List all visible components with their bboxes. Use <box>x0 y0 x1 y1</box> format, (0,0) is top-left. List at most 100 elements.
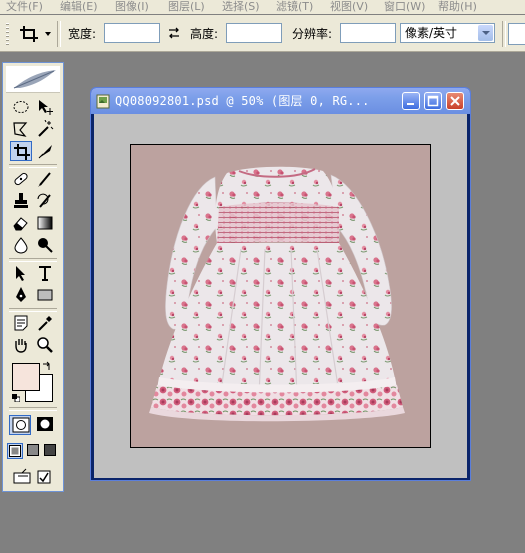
tool-move[interactable] <box>34 97 56 117</box>
menu-image[interactable]: 图像(I) <box>115 0 149 13</box>
tool-lasso[interactable] <box>10 119 32 139</box>
default-colors-icon[interactable] <box>12 394 20 402</box>
menu-file[interactable]: 文件(F) <box>6 0 43 13</box>
jump-to-imageready-button[interactable] <box>10 467 58 487</box>
tool-blur[interactable] <box>10 235 32 255</box>
resolution-label: 分辨率: <box>292 27 333 41</box>
brush-icon <box>38 172 51 187</box>
front-image-button[interactable] <box>508 23 525 45</box>
photoshop-feather-logo[interactable] <box>6 66 60 93</box>
type-icon <box>39 266 51 281</box>
width-input[interactable] <box>104 23 160 43</box>
tool-preset-picker[interactable] <box>16 23 52 45</box>
toolbox-divider <box>9 407 57 411</box>
notes-icon <box>14 315 28 331</box>
tool-gradient[interactable] <box>34 213 56 233</box>
document-title: QQ08092801.psd @ 50% (图层 0, RG... <box>115 94 370 108</box>
screen-mode-full[interactable] <box>43 443 59 459</box>
tool-dodge[interactable] <box>34 235 56 255</box>
options-bar-grip[interactable] <box>6 23 9 45</box>
separator <box>502 21 506 47</box>
imageready-icon <box>13 468 51 484</box>
document-workspace <box>94 114 467 478</box>
tool-magic-wand[interactable] <box>34 119 56 139</box>
hand-icon <box>15 339 27 353</box>
document-title-bar[interactable]: QQ08092801.psd @ 50% (图层 0, RG... <box>91 88 470 114</box>
path-select-icon <box>16 266 25 281</box>
document-window: QQ08092801.psd @ 50% (图层 0, RG... <box>90 87 471 481</box>
maximize-icon <box>427 95 439 107</box>
lasso-icon <box>13 122 28 137</box>
width-label: 宽度: <box>68 27 97 41</box>
slice-icon <box>38 145 52 159</box>
tool-notes[interactable] <box>10 313 32 333</box>
maximize-button[interactable] <box>424 92 442 110</box>
eyedropper-icon <box>38 316 52 331</box>
foreground-color-swatch[interactable] <box>12 363 40 391</box>
tool-brush[interactable] <box>34 169 56 189</box>
menu-help[interactable]: 帮助(H) <box>438 0 477 13</box>
menu-select[interactable]: 选择(S) <box>222 0 260 13</box>
tool-shape[interactable] <box>34 285 56 305</box>
swap-dimensions-icon[interactable] <box>167 26 181 40</box>
pen-icon <box>16 287 26 302</box>
crop-icon <box>14 144 30 160</box>
menu-layer[interactable]: 图层(L) <box>168 0 205 13</box>
marquee-icon <box>13 101 29 113</box>
blur-icon <box>14 237 28 254</box>
screen-mode-standard[interactable] <box>7 443 23 459</box>
swap-colors-icon[interactable] <box>42 361 52 371</box>
height-input[interactable] <box>226 23 282 43</box>
standard-mode-button[interactable] <box>9 415 31 435</box>
tool-zoom[interactable] <box>34 335 56 355</box>
tool-hand[interactable] <box>10 335 32 355</box>
tool-history-brush[interactable] <box>34 191 56 211</box>
tool-clone-stamp[interactable] <box>10 191 32 211</box>
quick-mask-button[interactable] <box>34 415 56 435</box>
screen-mode-full-menu[interactable] <box>26 443 42 459</box>
feather-icon <box>13 70 56 89</box>
screen-mode-icon <box>44 444 56 456</box>
separator <box>57 21 61 47</box>
healing-brush-icon <box>14 172 28 186</box>
chevron-down-icon[interactable] <box>478 25 493 41</box>
tool-healing-brush[interactable] <box>10 169 32 189</box>
resolution-unit-value: 像素/英寸 <box>405 26 458 40</box>
standard-mode-icon <box>12 417 30 433</box>
tool-type[interactable] <box>34 263 56 283</box>
dodge-icon <box>38 238 53 253</box>
menu-view[interactable]: 视图(V) <box>330 0 368 13</box>
resolution-unit-select[interactable]: 像素/英寸 <box>400 23 495 43</box>
toolbox-divider <box>9 258 57 262</box>
chevron-down-icon <box>45 32 51 36</box>
menu-filter[interactable]: 滤镜(T) <box>276 0 313 13</box>
tool-slice[interactable] <box>34 141 56 161</box>
clone-stamp-icon <box>14 193 28 208</box>
minimize-button[interactable] <box>402 92 420 110</box>
resolution-input[interactable] <box>340 23 396 43</box>
eraser-icon <box>13 217 28 231</box>
gradient-icon <box>37 216 53 230</box>
image-canvas[interactable] <box>130 144 431 448</box>
crop-icon <box>20 26 38 42</box>
tool-pen[interactable] <box>10 285 32 305</box>
close-icon <box>450 96 460 106</box>
minimize-icon <box>407 103 414 105</box>
close-button[interactable] <box>446 92 464 110</box>
dress-image <box>149 166 405 422</box>
tool-eyedropper[interactable] <box>34 313 56 333</box>
menu-edit[interactable]: 编辑(E) <box>60 0 98 13</box>
toolbox-divider <box>9 164 57 168</box>
magic-wand-icon <box>38 120 54 137</box>
tool-crop[interactable] <box>10 141 32 161</box>
tool-path-selection[interactable] <box>10 263 32 283</box>
toolbox-divider <box>9 308 57 312</box>
tool-marquee[interactable] <box>10 97 32 117</box>
move-icon <box>39 100 53 115</box>
history-brush-icon <box>37 193 51 208</box>
tool-eraser[interactable] <box>10 213 32 233</box>
menu-window[interactable]: 窗口(W) <box>384 0 425 13</box>
height-label: 高度: <box>190 27 219 41</box>
menu-bar: 文件(F) 编辑(E) 图像(I) 图层(L) 选择(S) 滤镜(T) 视图(V… <box>0 0 525 14</box>
shape-icon <box>37 289 53 301</box>
